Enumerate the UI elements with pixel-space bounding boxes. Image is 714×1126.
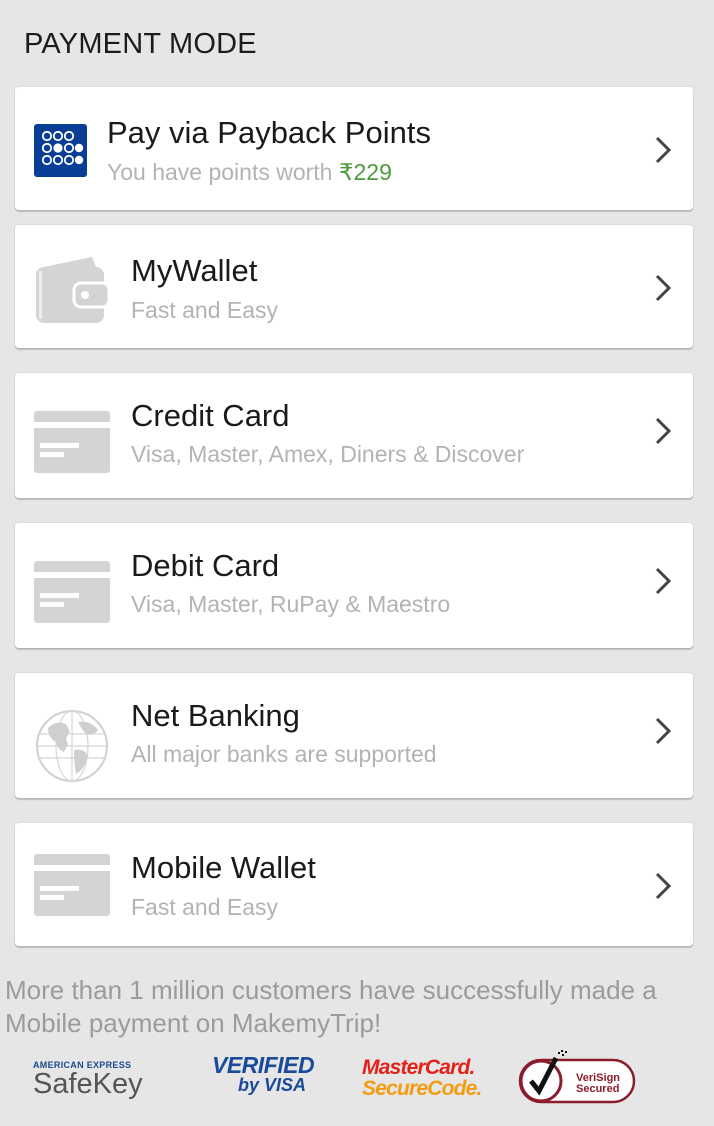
subtitle-prefix: You have points worth	[107, 159, 339, 185]
chevron-right-icon	[655, 136, 672, 164]
verified-by-visa-logo: VERIFIED by VISA	[212, 1052, 315, 1102]
payment-option-subtitle: Fast and Easy	[131, 894, 279, 920]
card-icon	[34, 411, 110, 473]
mastercard-securecode-logo: MasterCard. SecureCode.	[362, 1056, 482, 1106]
chevron-right-icon	[655, 717, 672, 745]
payment-option-subtitle: Visa, Master, Amex, Diners & Discover	[131, 441, 525, 467]
verisign-secured-logo: VeriSign Secured	[518, 1050, 640, 1108]
payment-option-title: Net Banking	[131, 698, 300, 733]
payment-option-subtitle: Fast and Easy	[131, 297, 279, 323]
payment-option-mywallet[interactable]: MyWallet Fast and Easy	[15, 225, 693, 348]
payment-option-credit-card[interactable]: Credit Card Visa, Master, Amex, Diners &…	[15, 373, 693, 498]
payment-option-subtitle: Visa, Master, RuPay & Maestro	[131, 591, 451, 617]
trust-message: More than 1 million customers have succe…	[5, 975, 657, 1038]
payment-option-net-banking[interactable]: Net Banking All major banks are supporte…	[15, 673, 693, 798]
payback-logo-icon	[34, 124, 87, 177]
chevron-right-icon	[655, 274, 672, 302]
payment-option-subtitle: You have points worth ₹229	[107, 159, 392, 186]
payment-option-subtitle: All major banks are supported	[131, 741, 437, 767]
chevron-right-icon	[655, 567, 672, 595]
payment-option-title: Pay via Payback Points	[107, 115, 431, 150]
globe-icon	[36, 710, 108, 782]
card-icon	[34, 854, 110, 916]
amex-badge-main: SafeKey	[33, 1068, 143, 1100]
payment-option-title: Debit Card	[131, 548, 280, 583]
payment-option-debit-card[interactable]: Debit Card Visa, Master, RuPay & Maestro	[15, 523, 693, 648]
payment-option-payback[interactable]: Pay via Payback Points You have points w…	[15, 87, 693, 210]
payment-option-title: Credit Card	[131, 398, 290, 433]
wallet-icon	[36, 257, 109, 323]
chevron-right-icon	[655, 417, 672, 445]
points-value: ₹229	[338, 159, 392, 185]
visa-badge-bottom: by VISA	[238, 1075, 307, 1095]
payment-option-title: MyWallet	[131, 253, 258, 288]
amex-safekey-logo: AMERICAN EXPRESS SafeKey	[33, 1060, 168, 1104]
page-title: PAYMENT MODE	[24, 28, 257, 60]
payment-option-title: Mobile Wallet	[131, 850, 316, 885]
payment-option-mobile-wallet[interactable]: Mobile Wallet Fast and Easy	[15, 823, 693, 946]
card-icon	[34, 561, 110, 623]
mc-badge-bottom: SecureCode.	[362, 1077, 482, 1100]
verisign-badge-bottom: Secured	[576, 1083, 620, 1095]
chevron-right-icon	[655, 872, 672, 900]
